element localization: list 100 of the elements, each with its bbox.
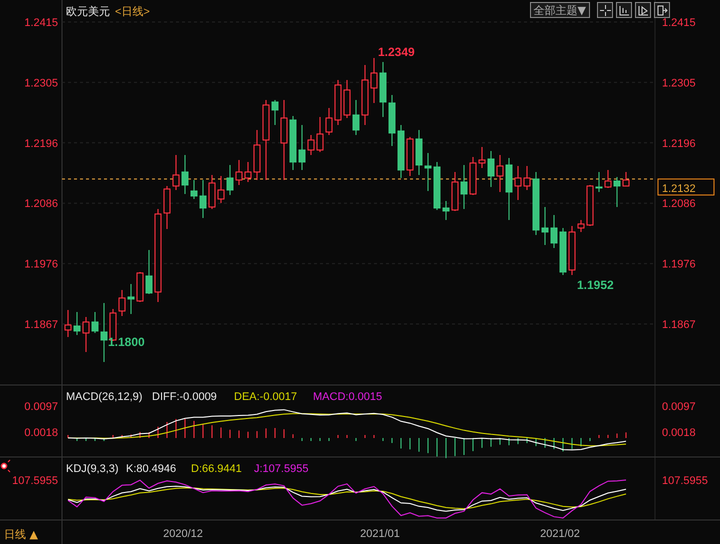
macd-tick-label: 0.0097 (24, 401, 58, 413)
candlestick (146, 250, 152, 294)
date-axis-label: 2021/02 (540, 528, 580, 540)
price-tick-label: 1.2305 (662, 77, 696, 90)
crosshair-button[interactable] (597, 2, 613, 18)
macd-value: MACD:0.0015 (313, 391, 382, 403)
candlestick (136, 272, 144, 302)
candlestick (532, 172, 540, 236)
candlestick (326, 108, 332, 136)
candlestick (244, 162, 252, 182)
candlestick (568, 226, 576, 276)
bracket-icon (618, 4, 630, 16)
price-tick-label: 1.2196 (662, 138, 696, 150)
price-tick-label: 1.2305 (24, 77, 58, 90)
current-price-tag: 1.2132 (658, 178, 714, 196)
play-button[interactable] (635, 2, 651, 18)
candlestick (470, 156, 476, 196)
candlestick (190, 180, 198, 200)
price-tick-label: 1.1867 (24, 319, 58, 331)
candlestick (406, 136, 414, 176)
candlestick (128, 284, 134, 314)
period-selector[interactable]: 日线 ▲ (2, 527, 40, 542)
candlestick (344, 80, 350, 118)
zoom-button[interactable] (616, 2, 632, 18)
candlestick (208, 174, 216, 210)
candlestick (64, 310, 72, 338)
candlestick (290, 116, 296, 170)
indicator-dot-icon (0, 460, 10, 472)
candlestick (254, 130, 260, 180)
candlestick (200, 180, 206, 218)
candlestick (352, 100, 360, 136)
high-price-label: 1.2349 (378, 45, 415, 59)
macd-tick-label: 0.0018 (662, 427, 696, 439)
date-axis-label: 2020/12 (163, 528, 203, 540)
candlestick (550, 214, 558, 248)
price-tick-label: 1.2415 (662, 17, 696, 29)
candlestick (334, 80, 342, 126)
k-value: K:80.4946 (126, 463, 176, 475)
candlestick (416, 130, 422, 176)
candlestick (370, 58, 378, 104)
price-tick-label: 1.2086 (24, 198, 58, 210)
candlestick (164, 186, 170, 230)
candlestick (388, 94, 396, 146)
macd-tick-label: 0.0097 (662, 401, 696, 413)
candlestick (622, 172, 630, 186)
price-tick-label: 1.1976 (24, 258, 58, 271)
candlestick (506, 158, 512, 220)
candlestick (578, 220, 584, 232)
candlestick (398, 124, 404, 178)
macd-tick-label: 0.0018 (24, 427, 58, 439)
instrument-name: 欧元美元 (66, 6, 110, 18)
candlestick (272, 100, 278, 126)
kdj-title: KDJ(9,3,3) (66, 463, 119, 475)
candlestick (460, 164, 468, 210)
exit-icon (656, 4, 668, 16)
candlestick (82, 316, 90, 352)
diff-value: DIFF:-0.0009 (152, 391, 217, 403)
price-tick-label: 1.2196 (24, 138, 58, 150)
candlestick (92, 312, 98, 334)
price-tick-label: 1.2086 (662, 198, 696, 210)
price-tick-label: 1.2415 (24, 17, 58, 29)
candlestick (236, 160, 242, 186)
candlestick (488, 150, 494, 188)
candlestick (514, 166, 522, 200)
theme-dropdown[interactable]: 全部主题▼ (530, 2, 590, 18)
candlestick (100, 302, 108, 362)
j-value: J:107.5955 (254, 463, 308, 475)
candlestick (118, 290, 126, 316)
macd-title: MACD(26,12,9) (66, 391, 142, 403)
exit-button[interactable] (654, 2, 670, 18)
candlestick (362, 64, 368, 126)
candlestick (182, 154, 188, 194)
candlestick (542, 206, 548, 246)
crosshair-icon (600, 4, 610, 16)
candlestick (316, 116, 324, 152)
low-price-label: 1.1952 (577, 278, 614, 292)
low-price-label: 1.1800 (108, 335, 145, 349)
price-tick-label: 1.1976 (662, 258, 696, 271)
candlestick (74, 312, 80, 336)
candlestick (478, 146, 486, 168)
kdj-tick-label: 107.5955 (662, 475, 708, 487)
price-tick-label: 1.1867 (662, 319, 696, 331)
date-axis-label: 2021/01 (360, 528, 400, 540)
candlestick (308, 134, 314, 156)
dea-value: DEA:-0.0017 (234, 391, 297, 403)
d-value: D:66.9441 (191, 463, 242, 475)
play-icon (638, 4, 648, 16)
candlestick (596, 172, 602, 192)
candlestick (560, 228, 566, 276)
candlestick (614, 176, 620, 208)
candlestick (434, 162, 440, 210)
candlestick (586, 184, 594, 226)
candlestick (380, 62, 386, 118)
candlestick (496, 154, 504, 192)
candlestick (452, 172, 458, 212)
candlestick (172, 154, 180, 190)
candlestick (218, 176, 224, 204)
candlestick (298, 124, 306, 170)
kdj-tick-label: 107.5955 (12, 475, 58, 487)
candlestick (604, 170, 612, 188)
